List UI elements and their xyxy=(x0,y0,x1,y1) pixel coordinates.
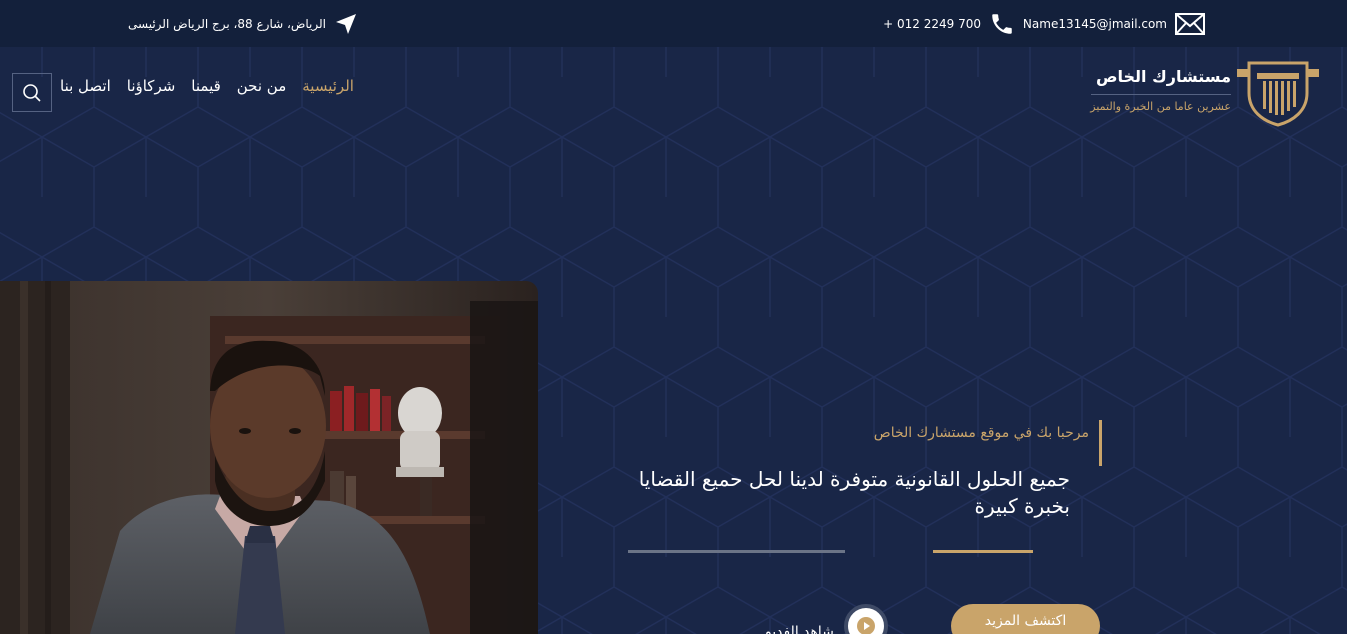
watch-video-label: شاهد الفديو xyxy=(765,624,834,634)
nav-item-contact[interactable]: اتصل بنا xyxy=(60,77,111,95)
pillar-shield-logo[interactable] xyxy=(1237,59,1319,127)
brand-block: مستشارك الخاص عشرين عاما من الخبرة والتم… xyxy=(1071,67,1231,113)
nav-item-partners[interactable]: شركاؤنا xyxy=(127,77,176,95)
envelope-icon xyxy=(1175,12,1205,35)
top-contact-bar: Name13145@jmail.com + 012 2249 700 الريا… xyxy=(0,0,1347,47)
brand-title[interactable]: مستشارك الخاص xyxy=(1091,67,1231,95)
address-contact: الرياض، شارع 88، برج الرياض الرئيسى xyxy=(128,0,358,47)
phone-contact[interactable]: + 012 2249 700 xyxy=(883,0,1015,47)
watch-video-button[interactable]: شاهد الفديو xyxy=(765,604,888,634)
email-contact[interactable]: Name13145@jmail.com xyxy=(1023,0,1205,47)
lawyer-portrait-image xyxy=(0,281,538,634)
discover-more-label: اكتشف المزيد xyxy=(984,613,1067,629)
hero-title: جميع الحلول القانونية متوفرة لدينا لحل ح… xyxy=(638,467,1070,518)
play-icon xyxy=(856,617,875,634)
hero-subtitle: مرحبا بك في موقع مستشارك الخاص xyxy=(874,420,1102,466)
phone-icon xyxy=(992,13,1012,34)
site-header: مستشارك الخاص عشرين عاما من الخبرة والتم… xyxy=(0,47,1347,137)
divider-line-gray xyxy=(628,550,845,553)
play-button[interactable] xyxy=(843,604,888,634)
email-text[interactable]: Name13145@jmail.com xyxy=(1023,17,1167,31)
nav-item-about[interactable]: من نحن xyxy=(237,77,287,95)
discover-more-button[interactable]: اكتشف المزيد xyxy=(951,604,1100,634)
divider-line-gold xyxy=(933,550,1033,553)
nav-item-home[interactable]: الرئيسية xyxy=(302,77,354,95)
location-arrow-icon xyxy=(336,13,356,34)
main-nav: الرئيسية من نحن قيمنا شركاؤنا اتصل بنا xyxy=(60,77,354,95)
brand-tagline: عشرين عاما من الخبرة والتميز xyxy=(1090,100,1231,113)
hero-text-block: مرحبا بك في موقع مستشارك الخاص xyxy=(582,420,1102,466)
search-button[interactable] xyxy=(12,73,52,112)
search-icon xyxy=(23,83,41,102)
hero-image xyxy=(0,281,538,634)
nav-item-values[interactable]: قيمنا xyxy=(191,77,220,95)
phone-text[interactable]: + 012 2249 700 xyxy=(883,17,981,31)
address-text: الرياض، شارع 88، برج الرياض الرئيسى xyxy=(128,16,326,31)
